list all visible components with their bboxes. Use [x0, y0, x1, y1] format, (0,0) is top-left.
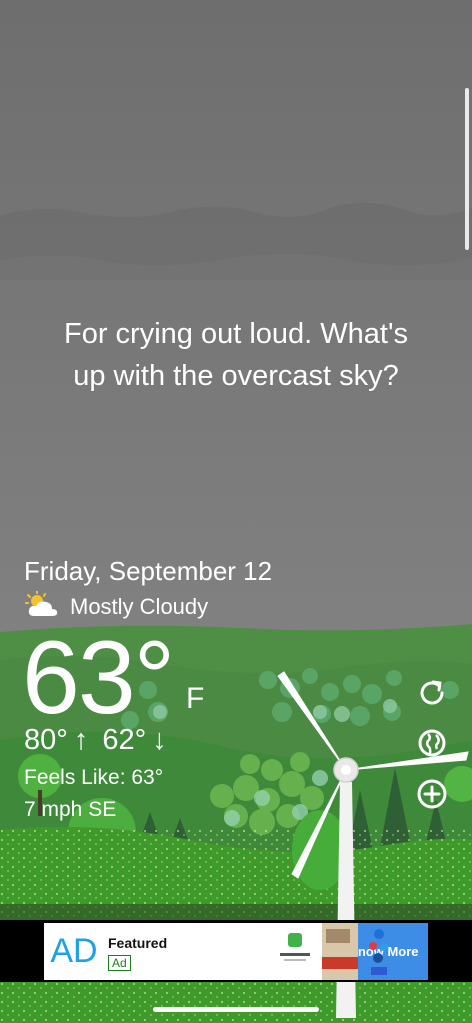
- feels-like: Feels Like: 63°: [24, 766, 164, 789]
- up-arrow-icon: ↑: [73, 724, 89, 756]
- add-location-icon: [416, 778, 448, 815]
- weather-message: For crying out loud. What's up with the …: [20, 313, 452, 397]
- home-indicator[interactable]: [153, 1007, 319, 1012]
- globe-location-icon: [416, 727, 448, 764]
- wind-info: 7 mph SE: [24, 798, 117, 821]
- refresh-icon: [416, 677, 448, 714]
- condition-text: Mostly Cloudy: [70, 594, 209, 619]
- ad-banner[interactable]: AD Featured Ad Know More: [44, 923, 428, 980]
- date-label: Friday, September 12: [24, 556, 273, 586]
- location-button[interactable]: [414, 727, 450, 763]
- ad-logo: AD: [50, 932, 98, 970]
- add-location-button[interactable]: [414, 778, 450, 814]
- scrollbar[interactable]: [465, 88, 469, 250]
- message-line-2: up with the overcast sky?: [73, 360, 399, 392]
- down-arrow-icon: ↓: [152, 724, 167, 756]
- ad-badge: Ad: [108, 955, 131, 971]
- high-low-row: 80° ↑ 62° ↓: [24, 724, 167, 757]
- ad-content[interactable]: Featured Ad: [104, 923, 388, 980]
- temperature-unit: F: [186, 682, 205, 715]
- ad-app-thumbnail: [280, 933, 310, 961]
- ad-icons-column: [369, 929, 388, 975]
- ad-product-image: [322, 923, 358, 980]
- refresh-button[interactable]: [414, 677, 450, 713]
- ad-featured-label: Featured: [108, 935, 168, 951]
- message-line-1: For crying out loud. What's: [63, 318, 408, 350]
- current-temperature: 63°: [22, 620, 175, 736]
- weather-scene-illustration: [0, 0, 472, 1023]
- high-temperature: 80°: [24, 724, 68, 756]
- low-temperature: 62°: [102, 724, 147, 756]
